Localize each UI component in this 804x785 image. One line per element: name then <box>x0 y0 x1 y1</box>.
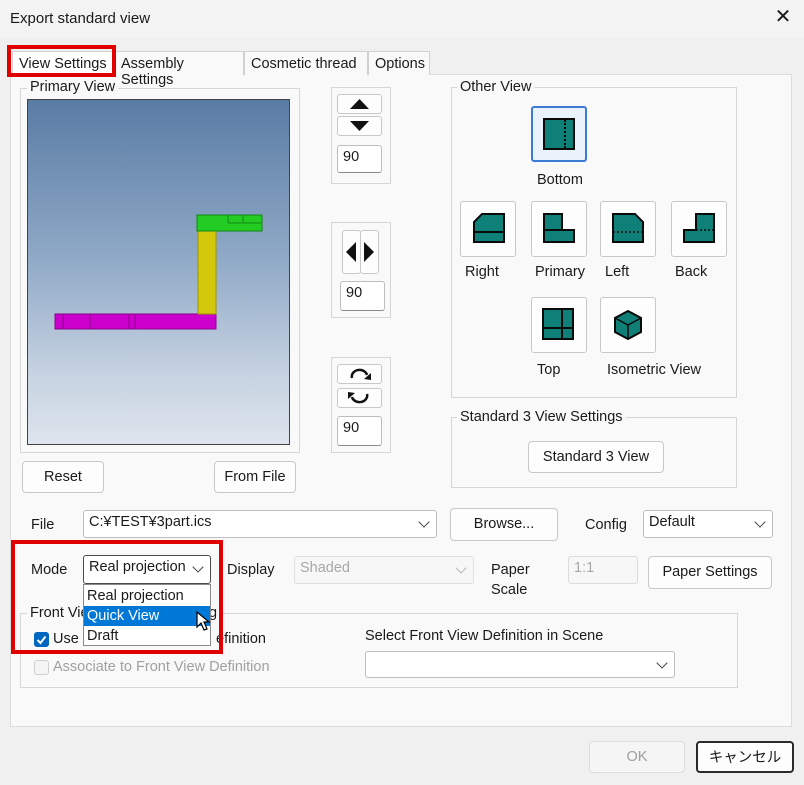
display-value: Shaded <box>300 560 350 576</box>
top-view-icon <box>542 308 574 340</box>
left-view-icon <box>612 213 644 243</box>
roll-ccw-button[interactable] <box>337 388 382 408</box>
chevron-down-icon <box>754 516 766 528</box>
highlight-box-mode <box>11 540 223 654</box>
chevron-down-icon <box>418 516 430 528</box>
window-title: Export standard view <box>10 10 151 27</box>
chevron-down-icon <box>656 657 668 669</box>
view-top-label: Top <box>537 362 561 378</box>
use-front-view-label-tail: efinition <box>216 631 266 647</box>
rotate-right-button[interactable] <box>360 230 379 274</box>
file-label: File <box>31 517 55 533</box>
primary-view-viewport[interactable] <box>27 99 290 445</box>
rotate-down-button[interactable] <box>337 116 382 136</box>
bottom-view-icon <box>543 118 575 150</box>
browse-button[interactable]: Browse... <box>450 508 558 541</box>
display-combobox[interactable]: Shaded <box>294 556 474 584</box>
file-value: C:¥TEST¥3part.ics <box>89 514 212 530</box>
file-combobox[interactable]: C:¥TEST¥3part.ics <box>83 510 437 538</box>
model-yellow-part <box>197 229 217 315</box>
other-view-label: Other View <box>457 79 535 95</box>
chevron-down-icon <box>455 562 467 574</box>
vertical-angle-input[interactable]: 90 <box>337 145 382 173</box>
rotate-left-button[interactable] <box>342 230 361 274</box>
view-bottom-button[interactable] <box>531 106 587 162</box>
back-view-icon <box>683 213 715 243</box>
associate-front-view-checkbox[interactable] <box>34 660 49 675</box>
paper-scale-input[interactable]: 1:1 <box>568 556 638 584</box>
view-primary-label: Primary <box>535 264 585 280</box>
select-front-view-label: Select Front View Definition in Scene <box>365 628 604 644</box>
view-top-button[interactable] <box>531 297 587 353</box>
config-value: Default <box>649 514 695 530</box>
rotate-ccw-icon <box>348 392 369 404</box>
associate-front-view-label: Associate to Front View Definition <box>53 659 270 675</box>
arrow-left-icon <box>346 242 356 262</box>
ok-button[interactable]: OK <box>589 741 685 773</box>
view-right-button[interactable] <box>460 201 516 257</box>
display-label: Display <box>227 562 275 578</box>
tab-assembly-settings[interactable]: Assembly Settings <box>114 51 244 88</box>
tab-options[interactable]: Options <box>368 51 430 75</box>
paper-scale-label-2: Scale <box>491 582 528 598</box>
view-left-button[interactable] <box>600 201 656 257</box>
arrow-up-icon <box>350 99 369 109</box>
model-preview <box>54 214 263 330</box>
right-view-icon <box>473 213 505 243</box>
roll-angle-input[interactable]: 90 <box>337 416 382 446</box>
close-icon[interactable]: ✕ <box>772 6 794 28</box>
from-file-button[interactable]: From File <box>214 461 296 493</box>
reset-button[interactable]: Reset <box>22 461 104 493</box>
rotate-up-button[interactable] <box>337 94 382 114</box>
primary-view-icon <box>543 213 575 243</box>
view-back-button[interactable] <box>671 201 727 257</box>
select-front-view-combobox[interactable] <box>365 651 675 678</box>
highlight-box-tab <box>7 45 116 77</box>
horizontal-angle-input[interactable]: 90 <box>340 281 385 311</box>
view-left-label: Left <box>605 264 630 280</box>
paper-scale-label-1: Paper <box>491 562 530 578</box>
arrow-right-icon <box>364 242 374 262</box>
config-combobox[interactable]: Default <box>643 510 773 538</box>
cancel-button[interactable]: キャンセル <box>696 741 794 773</box>
isometric-view-icon <box>614 309 642 341</box>
tab-cosmetic-thread[interactable]: Cosmetic thread <box>244 51 368 75</box>
standard-3-view-button[interactable]: Standard 3 View <box>528 441 664 473</box>
view-bottom-label: Bottom <box>537 172 583 188</box>
roll-cw-button[interactable] <box>337 364 382 384</box>
view-isometric-label: Isometric View <box>607 362 702 378</box>
standard3-label: Standard 3 View Settings <box>457 409 626 425</box>
view-back-label: Back <box>675 264 708 280</box>
paper-settings-button[interactable]: Paper Settings <box>648 556 772 589</box>
primary-view-label: Primary View <box>27 79 119 95</box>
view-isometric-button[interactable] <box>600 297 656 353</box>
view-right-label: Right <box>465 264 499 280</box>
config-label: Config <box>585 517 627 533</box>
view-primary-button[interactable] <box>531 201 587 257</box>
arrow-down-icon <box>350 121 369 131</box>
rotate-cw-icon <box>350 368 371 380</box>
